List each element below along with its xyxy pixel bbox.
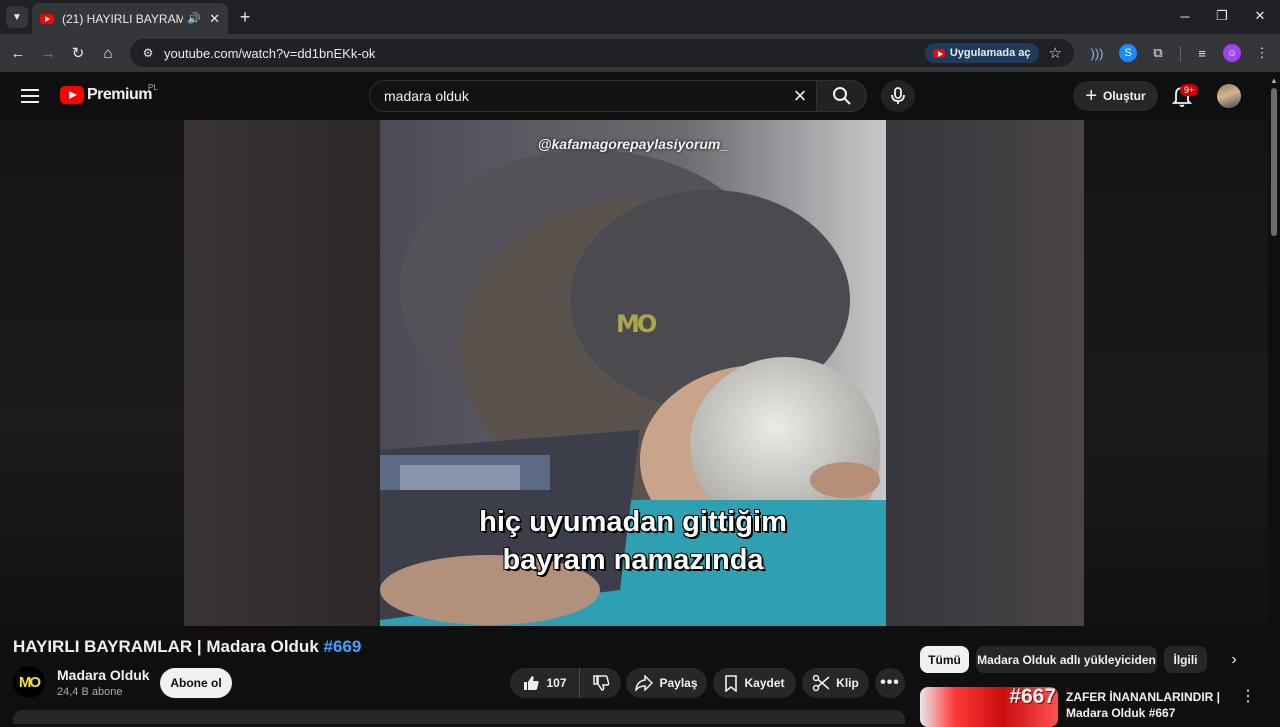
browser-menu-icon[interactable]: ⋮ xyxy=(1253,44,1271,62)
more-actions-button[interactable]: ••• xyxy=(875,668,905,698)
scrollbar-thumb[interactable] xyxy=(1271,88,1277,236)
browser-tab-active[interactable]: (21) HAYIRLI BAYRAMLAR | Madara Olduk #6… xyxy=(32,3,228,34)
close-window-button[interactable]: ✕ xyxy=(1246,6,1274,26)
media-control-icon[interactable]: ≡ xyxy=(1193,44,1211,62)
thumbs-down-icon xyxy=(592,675,609,691)
scissors-icon xyxy=(812,674,830,692)
subscriber-count: 24,4 B abone xyxy=(57,686,123,698)
share-button[interactable]: Paylaş xyxy=(626,668,707,698)
like-button[interactable]: 107 xyxy=(510,668,580,698)
forward-button[interactable]: → xyxy=(37,42,59,64)
microphone-icon xyxy=(891,87,905,104)
open-in-app-button[interactable]: Uygulamada aç xyxy=(924,43,1039,63)
more-dots-icon: ••• xyxy=(880,674,900,691)
tab-search-button[interactable]: ▼ xyxy=(6,6,28,28)
clear-search-icon[interactable]: × xyxy=(784,83,816,109)
reload-button[interactable]: ↻ xyxy=(67,42,89,64)
back-button[interactable]: ← xyxy=(7,42,29,64)
channel-avatar[interactable]: MO xyxy=(13,666,45,698)
youtube-logo-icon xyxy=(60,86,84,104)
share-label: Paylaş xyxy=(659,676,698,690)
clip-button[interactable]: Klip xyxy=(802,668,869,698)
logo-text: Premium xyxy=(87,86,152,103)
create-button[interactable]: + Oluştur xyxy=(1073,81,1158,111)
search-icon xyxy=(832,87,851,105)
tab-close-icon[interactable]: ✕ xyxy=(209,11,220,27)
extensions-puzzle-icon[interactable]: ⧉ xyxy=(1149,44,1167,62)
dislike-button[interactable] xyxy=(580,668,621,698)
thumbs-up-icon xyxy=(524,676,540,690)
create-label: Oluştur xyxy=(1103,89,1146,103)
profile-icon[interactable]: ☺ xyxy=(1223,44,1241,62)
search-value[interactable]: madara olduk xyxy=(384,88,784,104)
video-overlay-logo: MO xyxy=(616,310,657,338)
site-info-icon[interactable]: ⚙ xyxy=(136,46,160,60)
plus-icon: + xyxy=(1085,84,1097,107)
shazam-extension-icon[interactable]: S xyxy=(1119,44,1137,62)
youtube-app-icon xyxy=(932,48,945,58)
video-title: HAYIRLI BAYRAMLAR | Madara Olduk #669 xyxy=(13,637,361,657)
speaker-icon[interactable]: 🔊 xyxy=(187,12,201,25)
chip-related[interactable]: İlgili xyxy=(1164,646,1207,673)
menu-icon[interactable] xyxy=(18,86,42,106)
voice-search-button[interactable] xyxy=(881,80,915,112)
chip-from-uploader[interactable]: Madara Olduk adlı yükleyiciden xyxy=(976,646,1157,673)
channel-name[interactable]: Madara Olduk xyxy=(57,667,150,683)
notification-badge: 9+ xyxy=(1180,84,1199,96)
video-watermark-handle: @kafamagorepaylasiyorum_ xyxy=(537,136,729,152)
ambient-right xyxy=(1084,120,1268,626)
search-input[interactable]: madara olduk × xyxy=(369,80,817,112)
clip-label: Klip xyxy=(836,676,859,690)
tab-title: (21) HAYIRLI BAYRAMLAR | Madara Olduk #6… xyxy=(62,11,184,26)
youtube-header: Premium PL madara olduk × + Oluştur 9+ xyxy=(0,72,1268,120)
video-player[interactable]: @kafamagorepaylasiyorum_ MO hiç uyumadan… xyxy=(0,120,1268,626)
save-label: Kaydet xyxy=(744,676,785,690)
open-in-app-label: Uygulamada aç xyxy=(949,47,1031,59)
description-box[interactable] xyxy=(13,710,905,724)
recommendation-title[interactable]: ZAFER İNANANLARINDIR | Madara Olduk #667 xyxy=(1066,689,1226,721)
read-aloud-extension-icon[interactable]: ))) xyxy=(1088,44,1106,62)
region-code: PL xyxy=(148,83,158,92)
youtube-premium-logo[interactable]: Premium xyxy=(60,86,152,104)
scroll-up-arrow-icon[interactable]: ▲ xyxy=(1270,76,1278,85)
video-hashtag[interactable]: #669 xyxy=(324,637,362,656)
video-frame[interactable]: @kafamagorepaylasiyorum_ MO hiç uyumadan… xyxy=(380,120,886,626)
url-text[interactable]: youtube.com/watch?v=dd1bnEKk-ok xyxy=(164,46,925,61)
like-dislike-group: 107 xyxy=(510,668,621,698)
video-caption-line-2: bayram namazında xyxy=(502,544,764,576)
page-scrollbar[interactable]: ▲ xyxy=(1268,72,1280,720)
recommendation-menu-icon[interactable]: ⋮ xyxy=(1240,688,1256,706)
share-arrow-icon xyxy=(635,675,654,691)
save-button[interactable]: Kaydet xyxy=(713,668,796,698)
browser-toolbar: ← → ↻ ⌂ ⚙ youtube.com/watch?v=dd1bnEKk-o… xyxy=(0,34,1280,72)
bookmark-icon xyxy=(725,674,738,692)
chevron-right-icon[interactable]: › xyxy=(1226,651,1242,668)
minimize-button[interactable]: ─ xyxy=(1171,6,1199,26)
video-title-text: HAYIRLI BAYRAMLAR | Madara Olduk xyxy=(13,637,319,656)
new-tab-button[interactable]: + xyxy=(234,6,256,28)
recommendation-thumb-text: #667 xyxy=(1009,687,1056,708)
restore-button[interactable]: ❐ xyxy=(1208,6,1236,26)
search-button[interactable] xyxy=(817,80,867,112)
like-count: 107 xyxy=(546,676,567,690)
chip-all[interactable]: Tümü xyxy=(920,646,969,673)
ambient-left xyxy=(0,120,184,626)
youtube-favicon-icon xyxy=(40,13,54,24)
address-bar[interactable]: ⚙ youtube.com/watch?v=dd1bnEKk-ok Uygula… xyxy=(130,39,1074,67)
account-avatar[interactable] xyxy=(1217,84,1241,108)
bookmark-star-icon[interactable]: ☆ xyxy=(1049,44,1062,62)
browser-tab-strip: ▼ (21) HAYIRLI BAYRAMLAR | Madara Olduk … xyxy=(0,0,1280,34)
video-caption-line-1: hiç uyumadan gittiğim xyxy=(479,506,787,538)
toolbar-divider xyxy=(1180,46,1181,62)
subscribe-button[interactable]: Abone ol xyxy=(160,668,232,698)
recommendation-thumbnail[interactable]: #667 xyxy=(920,687,1058,727)
home-button[interactable]: ⌂ xyxy=(97,42,119,64)
